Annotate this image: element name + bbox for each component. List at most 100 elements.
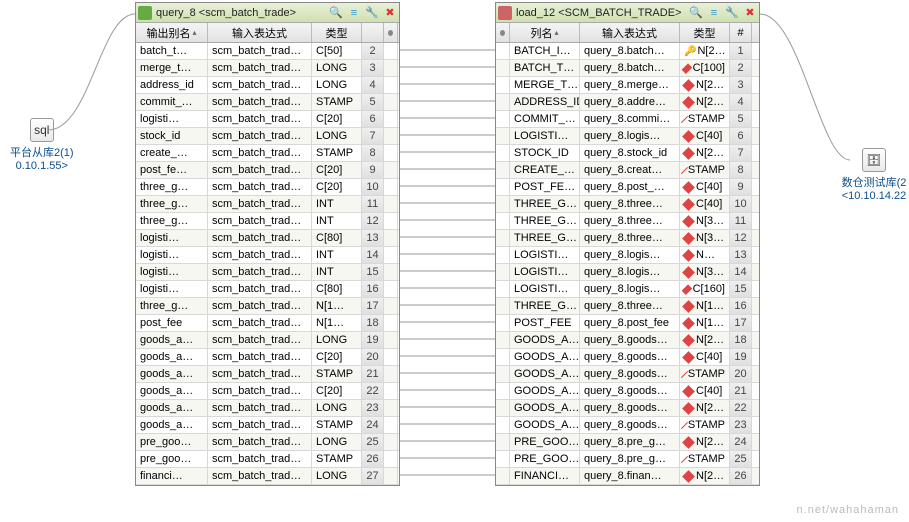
cell-num: 24 (362, 417, 384, 433)
table-row[interactable]: financi…scm_batch_trad…LONG27 (136, 468, 399, 485)
cell-marker (496, 281, 510, 297)
col-marker[interactable] (384, 23, 398, 42)
table-row[interactable]: three_g…scm_batch_trad…INT12 (136, 213, 399, 230)
table-row[interactable]: THREE_G…query_8.three…N[3…11 (496, 213, 759, 230)
table-row[interactable]: goods_a…scm_batch_trad…C[20]20 (136, 349, 399, 366)
cell-num: 5 (362, 94, 384, 110)
table-row[interactable]: THREE_G…query_8.three…C[40]10 (496, 196, 759, 213)
table-row[interactable]: STOCK_IDquery_8.stock_idN[2…7 (496, 145, 759, 162)
cell-col: THREE_G… (510, 230, 580, 246)
table-row[interactable]: address_idscm_batch_trad…LONG4 (136, 77, 399, 94)
table-row[interactable]: post_feescm_batch_trad…N[1…18 (136, 315, 399, 332)
table-row[interactable]: MERGE_T…query_8.merge…N[2…3 (496, 77, 759, 94)
table-row[interactable]: GOODS_A…query_8.goods…N[2…22 (496, 400, 759, 417)
close-icon[interactable]: ✖ (743, 6, 757, 20)
table-row[interactable]: create_…scm_batch_trad…STAMP8 (136, 145, 399, 162)
table-row[interactable]: LOGISTI…query_8.logis…N[3…14 (496, 264, 759, 281)
table-row[interactable]: FINANCI…query_8.finan…N[2…26 (496, 468, 759, 485)
col-type[interactable]: 类型 (680, 23, 730, 42)
diamond-icon (682, 232, 695, 245)
table-row[interactable]: THREE_G…query_8.three…N[1…16 (496, 298, 759, 315)
diamond-icon (682, 96, 695, 109)
table-row[interactable]: goods_a…scm_batch_trad…LONG19 (136, 332, 399, 349)
table-row[interactable]: three_g…scm_batch_trad…C[20]10 (136, 179, 399, 196)
table-row[interactable]: logisti…scm_batch_trad…INT15 (136, 264, 399, 281)
cell-num: 17 (730, 315, 752, 331)
table-row[interactable]: three_g…scm_batch_trad…N[1…17 (136, 298, 399, 315)
table-row[interactable]: goods_a…scm_batch_trad…C[20]22 (136, 383, 399, 400)
cell-expr: scm_batch_trad… (208, 162, 312, 178)
table-row[interactable]: goods_a…scm_batch_trad…LONG23 (136, 400, 399, 417)
table-row[interactable]: POST_FEEquery_8.post_feeN[1…17 (496, 315, 759, 332)
col-index[interactable] (362, 23, 384, 42)
table-row[interactable]: GOODS_A…query_8.goods…C[40]21 (496, 383, 759, 400)
table-row[interactable]: logisti…scm_batch_trad…INT14 (136, 247, 399, 264)
cell-type: N[1… (312, 315, 362, 331)
table-row[interactable]: post_fe…scm_batch_trad…C[20]9 (136, 162, 399, 179)
table-row[interactable]: commit_…scm_batch_trad…STAMP5 (136, 94, 399, 111)
table-row[interactable]: COMMIT_…query_8.commi…STAMP5 (496, 111, 759, 128)
query-panel-header[interactable]: query_8 <scm_batch_trade> 🔍 ≡ 🔧 ✖ (136, 3, 399, 23)
table-row[interactable]: batch_t…scm_batch_trad…C[50]2 (136, 43, 399, 60)
wrench-icon[interactable]: 🔧 (725, 6, 739, 20)
cell-marker (384, 281, 398, 297)
table-row[interactable]: pre_goo…scm_batch_trad…LONG25 (136, 434, 399, 451)
search-icon[interactable]: 🔍 (329, 6, 343, 20)
table-row[interactable]: logisti…scm_batch_trad…C[80]16 (136, 281, 399, 298)
table-row[interactable]: POST_FE…query_8.post_…C[40]9 (496, 179, 759, 196)
table-row[interactable]: pre_goo…scm_batch_trad…STAMP26 (136, 451, 399, 468)
source-node-label: 平台从库2(1) (10, 144, 74, 160)
table-row[interactable]: BATCH_T…query_8.batch…C[100]2 (496, 60, 759, 77)
table-row[interactable]: BATCH_I…query_8.batch…🔑N[2…1 (496, 43, 759, 60)
list-icon[interactable]: ≡ (347, 6, 361, 20)
table-row[interactable]: GOODS_A…query_8.goods…STAMP23 (496, 417, 759, 434)
close-icon[interactable]: ✖ (383, 6, 397, 20)
table-row[interactable]: GOODS_A…query_8.goods…STAMP20 (496, 366, 759, 383)
table-row[interactable]: merge_t…scm_batch_trad…LONG3 (136, 60, 399, 77)
table-row[interactable]: PRE_GOO…query_8.pre_g…N[2…24 (496, 434, 759, 451)
col-marker[interactable] (496, 23, 510, 42)
table-row[interactable]: goods_a…scm_batch_trad…STAMP24 (136, 417, 399, 434)
col-type[interactable]: 类型 (312, 23, 362, 42)
col-input-expr[interactable]: 输入表达式 (208, 23, 312, 42)
table-row[interactable]: ADDRESS_IDquery_8.addre…N[2…4 (496, 94, 759, 111)
wrench-icon[interactable]: 🔧 (365, 6, 379, 20)
table-row[interactable]: three_g…scm_batch_trad…INT11 (136, 196, 399, 213)
cell-num: 18 (730, 332, 752, 348)
load-panel-header[interactable]: load_12 <SCM_BATCH_TRADE> 🔍 ≡ 🔧 ✖ (496, 3, 759, 23)
table-row[interactable]: CREATE_…query_8.creat…STAMP8 (496, 162, 759, 179)
cell-type: INT (312, 264, 362, 280)
cell-type: N[1… (680, 315, 730, 331)
cell-marker (496, 434, 510, 450)
table-row[interactable]: LOGISTI…query_8.logis…C[160]15 (496, 281, 759, 298)
col-name[interactable]: 列名 (510, 23, 580, 42)
cell-expr: query_8.pre_g… (580, 451, 680, 467)
cell-expr: scm_batch_trad… (208, 145, 312, 161)
cell-expr: scm_batch_trad… (208, 128, 312, 144)
search-icon[interactable]: 🔍 (689, 6, 703, 20)
cell-type: STAMP (312, 417, 362, 433)
col-input-expr[interactable]: 输入表达式 (580, 23, 680, 42)
query-icon (138, 6, 152, 20)
table-row[interactable]: stock_idscm_batch_trad…LONG7 (136, 128, 399, 145)
source-node[interactable]: sql 平台从库2(1) 0.10.1.55> (10, 118, 74, 172)
load-panel: load_12 <SCM_BATCH_TRADE> 🔍 ≡ 🔧 ✖ 列名 输入表… (495, 2, 760, 486)
col-output-alias[interactable]: 输出别名 (136, 23, 208, 42)
list-icon[interactable]: ≡ (707, 6, 721, 20)
table-row[interactable]: THREE_G…query_8.three…N[3…12 (496, 230, 759, 247)
cell-num: 22 (362, 383, 384, 399)
cell-expr: query_8.goods… (580, 332, 680, 348)
table-row[interactable]: LOGISTI…query_8.logis…N…13 (496, 247, 759, 264)
table-row[interactable]: PRE_GOO…query_8.pre_g…STAMP25 (496, 451, 759, 468)
cell-alias: post_fe… (136, 162, 208, 178)
target-node[interactable]: 🗄 数仓测试库(2 <10.10.14.22 (839, 148, 909, 202)
col-index[interactable]: # (730, 23, 752, 42)
table-row[interactable]: GOODS_A…query_8.goods…C[40]19 (496, 349, 759, 366)
table-row[interactable]: logisti…scm_batch_trad…C[80]13 (136, 230, 399, 247)
table-row[interactable]: LOGISTI…query_8.logis…C[40]6 (496, 128, 759, 145)
cell-marker (496, 349, 510, 365)
table-row[interactable]: GOODS_A…query_8.goods…N[2…18 (496, 332, 759, 349)
table-row[interactable]: logisti…scm_batch_trad…C[20]6 (136, 111, 399, 128)
cell-type: STAMP (680, 451, 730, 467)
table-row[interactable]: goods_a…scm_batch_trad…STAMP21 (136, 366, 399, 383)
